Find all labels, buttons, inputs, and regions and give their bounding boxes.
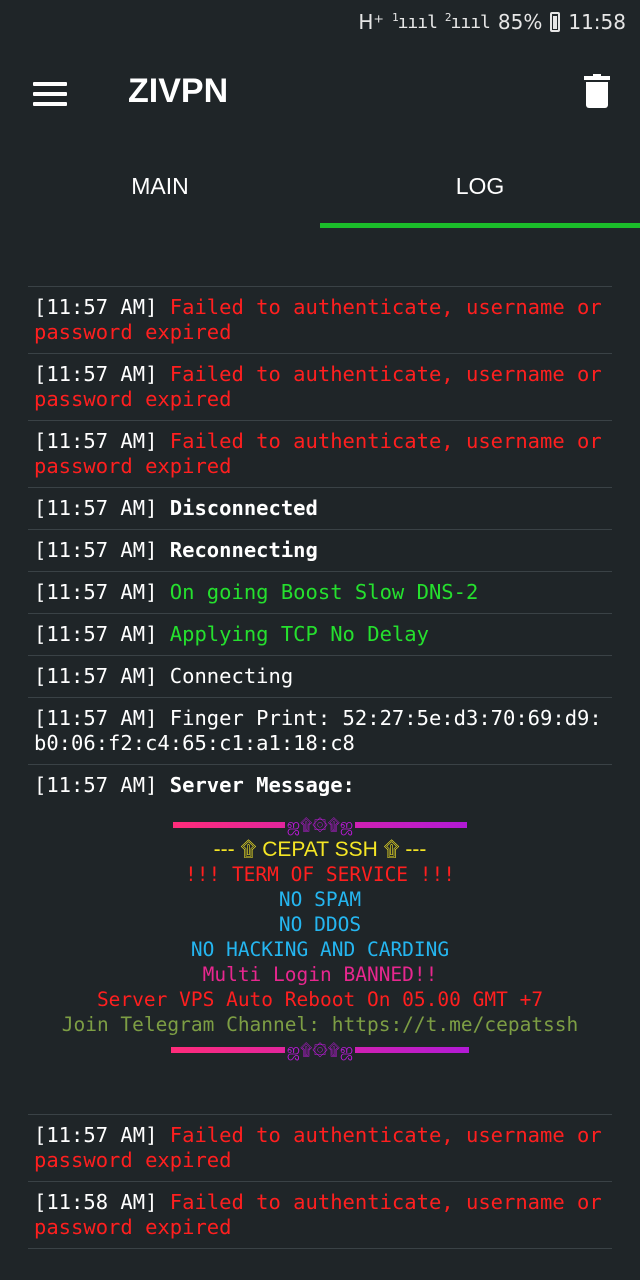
banner-rule: NO SPAM [278, 888, 362, 911]
log-entry: [11:58 AM] Failed to authenticate, usern… [28, 1181, 612, 1249]
log-entry: [11:57 AM] Failed to authenticate, usern… [28, 286, 612, 353]
sim1-signal-icon: 1ıııl [391, 11, 438, 33]
banner-rule: Multi Login BANNED!! [202, 963, 438, 986]
banner-divider: ஜ۩۞۩ஜ [34, 812, 606, 837]
log-list[interactable]: [11:57 AM] Failed to authenticate, usern… [28, 286, 612, 1249]
log-entry: [11:57 AM] Connecting [28, 655, 612, 697]
tab-bar: MAIN LOG [0, 144, 640, 228]
log-entry: [11:57 AM] Applying TCP No Delay [28, 613, 612, 655]
log-entry: [11:57 AM] Reconnecting [28, 529, 612, 571]
app-title: ZIVPN [128, 72, 229, 110]
banner-rule: NO HACKING AND CARDING [190, 938, 450, 961]
sim2-signal-icon: 2ıııl [444, 11, 491, 33]
tab-log[interactable]: LOG [320, 144, 640, 228]
banner-rule: NO DDOS [278, 913, 362, 936]
log-entry: [11:57 AM] On going Boost Slow DNS-2 [28, 571, 612, 613]
banner-divider: ஜ۩۞۩ஜ [34, 1037, 606, 1062]
banner-title: --- ۩ CEPAT SSH ۩ --- [213, 838, 427, 861]
clock: 11:58 [568, 10, 626, 34]
server-message-banner: ஜ۩۞۩ஜ --- ۩ CEPAT SSH ۩ --- !!! TERM OF … [34, 798, 606, 1106]
log-entry: [11:57 AM] Failed to authenticate, usern… [28, 353, 612, 420]
banner-reboot-notice: Server VPS Auto Reboot On 05.00 GMT +7 [96, 988, 544, 1011]
log-entry: [11:57 AM] Failed to authenticate, usern… [28, 420, 612, 487]
hamburger-menu-icon[interactable] [33, 82, 67, 106]
log-entry: [11:57 AM] Disconnected [28, 487, 612, 529]
status-bar: H⁺ 1ıııl 2ıııl 85% 11:58 [0, 0, 640, 44]
banner-telegram-link: Join Telegram Channel: https://t.me/cepa… [61, 1013, 579, 1036]
tab-main[interactable]: MAIN [0, 144, 320, 228]
network-type-indicator: H⁺ [358, 10, 384, 34]
app-bar: ZIVPN [0, 44, 640, 144]
trash-icon[interactable] [584, 74, 610, 108]
log-entry: [11:57 AM] Failed to authenticate, usern… [28, 1114, 612, 1181]
banner-terms: !!! TERM OF SERVICE !!! [184, 863, 456, 886]
battery-percentage: 85% [497, 10, 543, 34]
battery-icon [550, 12, 561, 32]
log-entry: [11:57 AM] Finger Print: 52:27:5e:d3:70:… [28, 697, 612, 764]
log-entry-server-message: [11:57 AM] Server Message: ஜ۩۞۩ஜ --- ۩ C… [28, 764, 612, 1114]
